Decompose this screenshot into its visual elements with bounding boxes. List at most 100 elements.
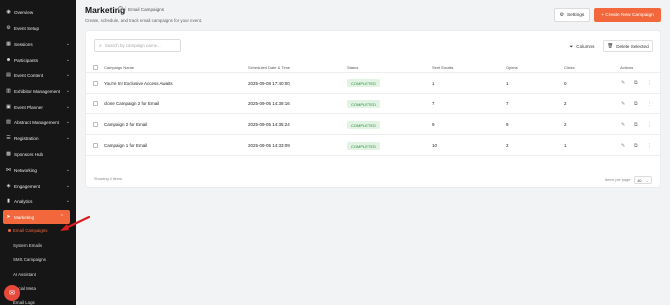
sidebar-item-sessions[interactable]: ▦ Sessions ⌄ <box>0 37 76 51</box>
networking-icon: ⋈ <box>6 167 11 173</box>
sessions-icon: ▦ <box>6 41 11 47</box>
column-header-sent-emails[interactable]: Sent Emails <box>432 65 453 70</box>
sidebar-item-event-content[interactable]: ▤ Event Content ⌄ <box>0 68 76 82</box>
divider <box>86 155 662 156</box>
gear-icon: ⚙ <box>559 12 564 18</box>
sidebar-subitem-email-logs[interactable]: Email Logs <box>13 300 35 305</box>
sidebar-item-engagement[interactable]: ◈ Engagement ⌄ <box>0 179 76 193</box>
sidebar-item-marketing[interactable]: ➤ Marketing ⌃ <box>3 210 70 224</box>
sent-emails: 9 <box>432 122 435 127</box>
sidebar-item-sponsors-hub[interactable]: ▩ Sponsors Hub <box>0 147 76 161</box>
sidebar-subitem-email-campaigns[interactable]: Email Campaigns <box>13 228 47 233</box>
copy-icon[interactable]: ⧉ <box>634 143 638 149</box>
edit-icon[interactable]: ✎ <box>621 122 625 128</box>
sidebar-subitem-sms-campaigns[interactable]: SMS Campaigns <box>13 257 46 262</box>
campaign-name[interactable]: Campaign 1 for Email <box>104 143 147 148</box>
chevron-down-icon: ⌄ <box>65 198 70 204</box>
marketing-icon: ➤ <box>6 214 11 220</box>
more-icon[interactable]: ⋮ <box>647 101 652 107</box>
campaigns-panel: ⌕ Search by campaign name... ⏷ Columns 🗑 De… <box>85 30 662 188</box>
row-checkbox[interactable] <box>93 143 98 148</box>
column-header-campaign-name[interactable]: Campaign Name <box>104 65 134 70</box>
sidebar-subitem-system-emails[interactable]: System Emails <box>13 243 42 248</box>
registration-icon: ☰ <box>6 135 11 141</box>
scheduled-date: 2025-09-05 14:35:24 <box>248 122 290 127</box>
overview-icon: ◉ <box>6 9 11 15</box>
trash-icon: 🗑 <box>607 43 614 48</box>
status-badge: COMPLETED <box>347 79 380 87</box>
sidebar-item-event-planner[interactable]: ▣ Event Planner ⌄ <box>0 100 76 114</box>
chevron-down-icon: ⌄ <box>65 183 70 189</box>
filter-icon: ⏷ <box>569 43 574 49</box>
participants-icon: ☻ <box>5 57 12 63</box>
edit-icon[interactable]: ✎ <box>621 143 625 149</box>
campaign-name[interactable]: clone Campaign 2 for Email <box>104 101 159 106</box>
row-checkbox[interactable] <box>93 101 98 106</box>
copy-icon[interactable]: ⧉ <box>634 122 638 128</box>
column-header-status[interactable]: Status <box>347 65 358 70</box>
opens: 2 <box>506 143 509 148</box>
page-subtitle: Create, schedule, and track email campai… <box>85 18 203 23</box>
column-header-clicks[interactable]: Clicks <box>564 65 575 70</box>
row-checkbox[interactable] <box>93 81 98 86</box>
divider <box>86 134 662 135</box>
copy-icon[interactable]: ⧉ <box>634 80 638 86</box>
column-header-opens[interactable]: Opens <box>506 65 518 70</box>
more-icon[interactable]: ⋮ <box>647 143 652 149</box>
edit-icon[interactable]: ✎ <box>621 101 625 107</box>
column-header-scheduled-date[interactable]: Scheduled Date & Time <box>248 65 290 70</box>
edit-icon[interactable]: ✎ <box>621 80 625 86</box>
chat-button[interactable]: ✉ <box>4 285 20 301</box>
divider <box>86 113 662 114</box>
campaign-name[interactable]: You're In! Exclusive Access Awaits <box>104 81 173 86</box>
opens: 9 <box>506 122 509 127</box>
campaign-name[interactable]: Campaign 2 for Email <box>104 122 147 127</box>
copy-icon[interactable]: ⧉ <box>634 101 638 107</box>
info-icon[interactable]: i <box>118 6 123 11</box>
sidebar-item-overview[interactable]: ◉ Overview <box>0 5 76 19</box>
search-input[interactable]: ⌕ Search by campaign name... <box>94 39 181 52</box>
chevron-down-icon: ⌄ <box>65 167 70 173</box>
chevron-down-icon: ⌄ <box>65 88 70 94</box>
sidebar-item-participants[interactable]: ☻ Participants ⌄ <box>0 53 76 67</box>
row-checkbox[interactable] <box>93 122 98 127</box>
scheduled-date: 2025-09-05 14:39:16 <box>248 101 290 106</box>
more-icon[interactable]: ⋮ <box>647 122 652 128</box>
sent-emails: 1 <box>432 81 435 86</box>
sidebar-item-analytics[interactable]: ▮ Analytics ⌄ <box>0 194 76 208</box>
chevron-down-icon: ⌄ <box>65 57 70 63</box>
sidebar: ◉ Overview ⚙ Event Setup ▦ Sessions ⌄ ☻ Parti… <box>0 0 76 305</box>
chevron-down-icon: ⌄ <box>65 72 70 78</box>
select-all-checkbox[interactable] <box>93 65 98 70</box>
sidebar-item-networking[interactable]: ⋈ Networking ⌄ <box>0 163 76 177</box>
settings-button[interactable]: ⚙ Settings <box>554 8 590 22</box>
chevron-up-icon: ⌃ <box>59 214 64 220</box>
columns-button[interactable]: ⏷ Columns <box>564 40 600 52</box>
chevron-down-icon: ⌄ <box>65 135 70 141</box>
status-badge: COMPLETED <box>347 100 380 108</box>
sidebar-item-event-setup[interactable]: ⚙ Event Setup <box>0 21 76 35</box>
sidebar-item-abstract-management[interactable]: ▧ Abstract Management ⌄ <box>0 115 76 129</box>
per-page-select[interactable]: 10 ⌄ <box>634 176 652 184</box>
divider <box>86 93 662 94</box>
per-page-label: Items per page: <box>605 178 632 182</box>
event-content-icon: ▤ <box>6 72 11 78</box>
showing-count: Showing 4 items <box>94 177 122 181</box>
delete-selected-button[interactable]: 🗑 Delete Selected <box>603 40 653 52</box>
sidebar-subitem-ai-assistant[interactable]: AI Assistant <box>13 272 36 277</box>
breadcrumb: Email Campaigns <box>128 7 164 12</box>
scheduled-date: 2025-09-05 14:33:09 <box>248 143 290 148</box>
sidebar-item-exhibitor-management[interactable]: ▥ Exhibitor Management ⌄ <box>0 84 76 98</box>
sent-emails: 10 <box>432 143 438 148</box>
create-campaign-button[interactable]: + Create New Campaign <box>594 8 661 22</box>
engagement-icon: ◈ <box>6 183 11 189</box>
breadcrumb-separator: | <box>125 6 127 12</box>
sidebar-item-registration[interactable]: ☰ Registration ⌄ <box>0 131 76 145</box>
opens: 7 <box>506 101 509 106</box>
clicks: 2 <box>564 122 567 127</box>
clicks: 1 <box>564 143 567 148</box>
more-icon[interactable]: ⋮ <box>647 80 652 86</box>
sponsors-icon: ▩ <box>6 151 11 157</box>
sent-emails: 7 <box>432 101 435 106</box>
status-badge: COMPLETED <box>347 121 380 129</box>
